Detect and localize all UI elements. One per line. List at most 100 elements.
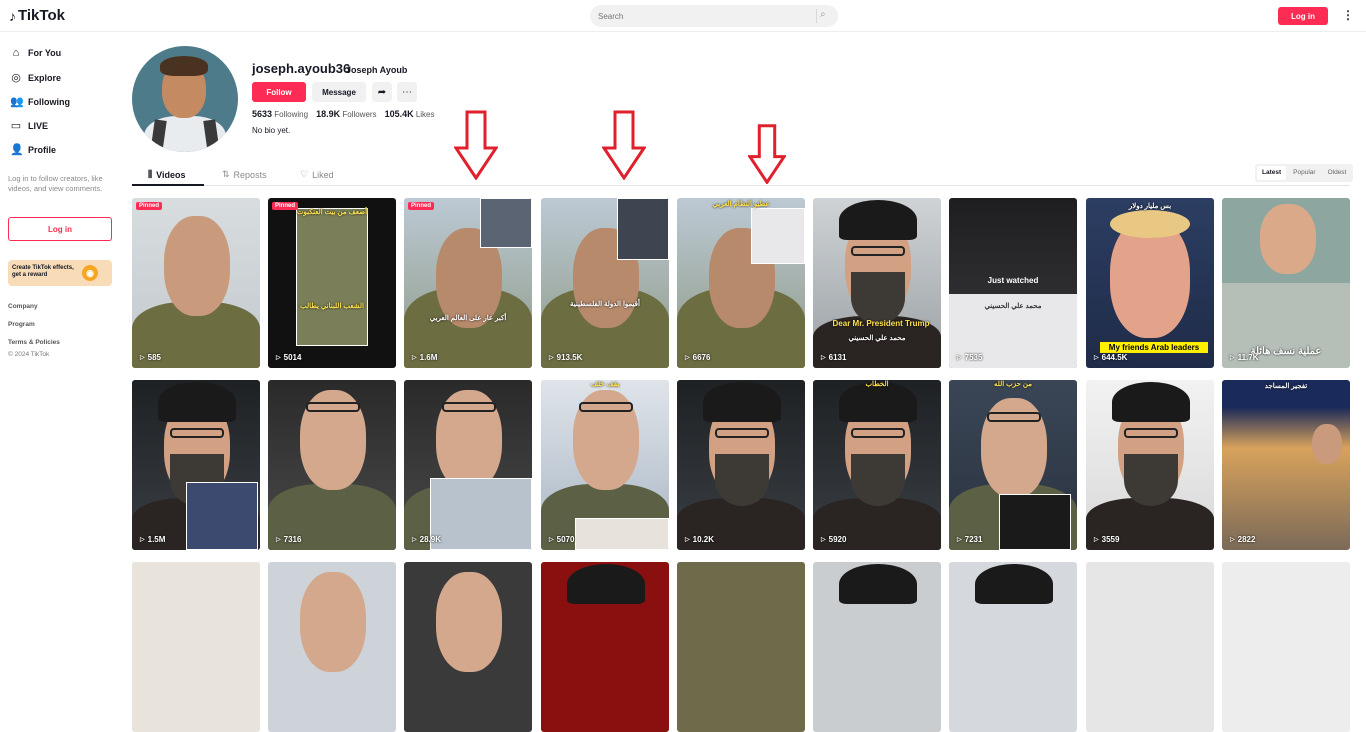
video-card[interactable] [268, 562, 396, 732]
video-card[interactable]: Pinned ▷ 585 [132, 198, 260, 368]
video-card[interactable]: يقف خلف ▷ 5070 [541, 380, 669, 550]
footer-terms-link[interactable]: Terms & Policies [8, 339, 60, 346]
view-count: ▷ 913.5K [549, 353, 582, 362]
thumb-turban [567, 564, 645, 604]
thumb-inset [999, 494, 1071, 550]
play-icon: ▷ [140, 355, 145, 361]
logo-text: TikTok [18, 7, 65, 24]
tiktok-logo[interactable]: ♪ TikTok [9, 7, 65, 24]
user-icon: 👤 [10, 144, 24, 156]
thumb-inset [296, 208, 368, 346]
thumb-turban [839, 382, 917, 422]
video-card[interactable]: الخطاب ▷ 5920 [813, 380, 941, 550]
search-icon[interactable]: ⌕ [816, 9, 830, 23]
view-count-text: 913.5K [556, 353, 583, 362]
video-card[interactable] [1086, 562, 1214, 732]
likes-count: 105.4K [384, 109, 414, 119]
thumb-inset [480, 198, 532, 248]
thumb-beard [715, 454, 769, 506]
thumb-beard [1124, 454, 1178, 506]
thumb-glasses [715, 428, 769, 438]
video-card[interactable] [813, 562, 941, 732]
sort-latest[interactable]: Latest [1257, 166, 1287, 180]
view-count-text: 5070 [556, 535, 575, 544]
video-card[interactable]: Pinned أكبر عار على العالم العربي ▷ 1.6M [404, 198, 532, 368]
video-card[interactable]: ▷ 28.9K [404, 380, 532, 550]
play-icon: ▷ [821, 537, 826, 543]
search-bar: ⌕ [590, 5, 838, 27]
sort-oldest[interactable]: Oldest [1323, 166, 1352, 180]
video-card[interactable] [404, 562, 532, 732]
thumb-glasses [306, 402, 360, 412]
view-count-text: 6676 [692, 353, 711, 362]
view-count: ▷ 6131 [821, 353, 846, 362]
video-card[interactable]: بس مليار دولار My friends Arab leaders ▷… [1086, 198, 1214, 368]
sidebar-item-for-you[interactable]: ⌂ For You [10, 47, 62, 59]
thumb-turban [975, 564, 1053, 604]
thumb-glasses [987, 412, 1041, 422]
video-card[interactable]: Dear Mr. President Trump محمد علي الحسين… [813, 198, 941, 368]
video-card[interactable]: من حزب الله ▷ 7231 [949, 380, 1077, 550]
sidebar-item-explore[interactable]: ◎ Explore [10, 71, 61, 84]
view-count: ▷ 7316 [276, 535, 301, 544]
followers-count: 18.9K [316, 109, 341, 119]
video-caption: أكبر عار على العالم العربي [429, 315, 507, 322]
video-card[interactable] [677, 562, 805, 732]
sidebar-item-label: Explore [28, 72, 62, 83]
video-card[interactable] [1222, 562, 1350, 732]
video-card[interactable] [949, 562, 1077, 732]
video-caption: من حزب الله [994, 381, 1032, 388]
avatar-hair [160, 56, 208, 76]
sidebar-item-profile[interactable]: 👤 Profile [10, 143, 56, 156]
tab-videos[interactable]: ⫼ Videos [148, 169, 186, 180]
view-count-text: 3559 [1101, 535, 1120, 544]
play-icon: ▷ [1094, 355, 1099, 361]
play-icon: ▷ [140, 537, 145, 543]
share-icon[interactable]: ➦ [372, 82, 392, 102]
view-count: ▷ 644.5K [1094, 353, 1127, 362]
video-caption: عطيو النظام العربي [712, 201, 770, 208]
view-count: ▷ 11.7K [1230, 353, 1259, 362]
video-caption: بس مليار دولار [1128, 203, 1172, 210]
thumb-person [164, 216, 230, 316]
view-count: ▷ 7535 [957, 353, 982, 362]
view-count-text: 28.9K [419, 535, 441, 544]
video-card[interactable]: ▷ 7316 [268, 380, 396, 550]
more-icon[interactable]: ⋯ [397, 82, 417, 102]
video-card[interactable]: ▷ 10.2K [677, 380, 805, 550]
sidebar-item-following[interactable]: 👥 Following [10, 95, 70, 108]
grid-icon: ⫼ [148, 169, 153, 179]
home-icon: ⌂ [12, 47, 20, 59]
thumb-turban [158, 382, 236, 422]
sort-popular[interactable]: Popular [1288, 166, 1320, 180]
video-card[interactable]: عملية نسف هائلة ▷ 11.7K [1222, 198, 1350, 368]
video-card[interactable]: Just watched محمد علي الحسيني ▷ 7535 [949, 198, 1077, 368]
tab-liked[interactable]: ♡ Liked [300, 169, 334, 180]
video-caption: محمد علي الحسيني [848, 335, 906, 342]
more-options-icon[interactable]: ⋮ [1342, 8, 1354, 22]
footer-program-link[interactable]: Program [8, 321, 35, 328]
video-card[interactable]: أقيموا الدولة الفلسطينية ▷ 913.5K [541, 198, 669, 368]
play-icon: ▷ [1230, 355, 1235, 361]
effects-banner[interactable]: Create TikTok effects, get a reward ◉ [8, 260, 112, 286]
play-icon: ▷ [957, 355, 962, 361]
video-thumbnail [1222, 562, 1350, 732]
view-count: ▷ 2822 [1230, 535, 1255, 544]
video-card[interactable]: ▷ 3559 [1086, 380, 1214, 550]
video-card[interactable]: Pinned أضعف من بيت العنكبوت الشعب اللبنا… [268, 198, 396, 368]
tab-reposts[interactable]: ⇅ Reposts [222, 169, 267, 180]
footer-company-link[interactable]: Company [8, 303, 38, 310]
video-card[interactable] [541, 562, 669, 732]
search-input[interactable] [590, 5, 810, 27]
video-card[interactable]: تفجير المساجد ▷ 2822 [1222, 380, 1350, 550]
video-card[interactable] [132, 562, 260, 732]
header-login-button[interactable]: Log in [1278, 7, 1328, 25]
sidebar-login-button[interactable]: Log in [8, 217, 112, 241]
video-card[interactable]: ▷ 1.5M [132, 380, 260, 550]
message-button[interactable]: Message [312, 82, 366, 102]
sidebar-item-live[interactable]: ▭ LIVE [10, 119, 48, 132]
profile-nickname: Joseph Ayoub [346, 65, 408, 75]
follow-button[interactable]: Follow [252, 82, 306, 102]
tab-active-underline [132, 184, 204, 186]
video-card[interactable]: عطيو النظام العربي ▷ 6676 [677, 198, 805, 368]
